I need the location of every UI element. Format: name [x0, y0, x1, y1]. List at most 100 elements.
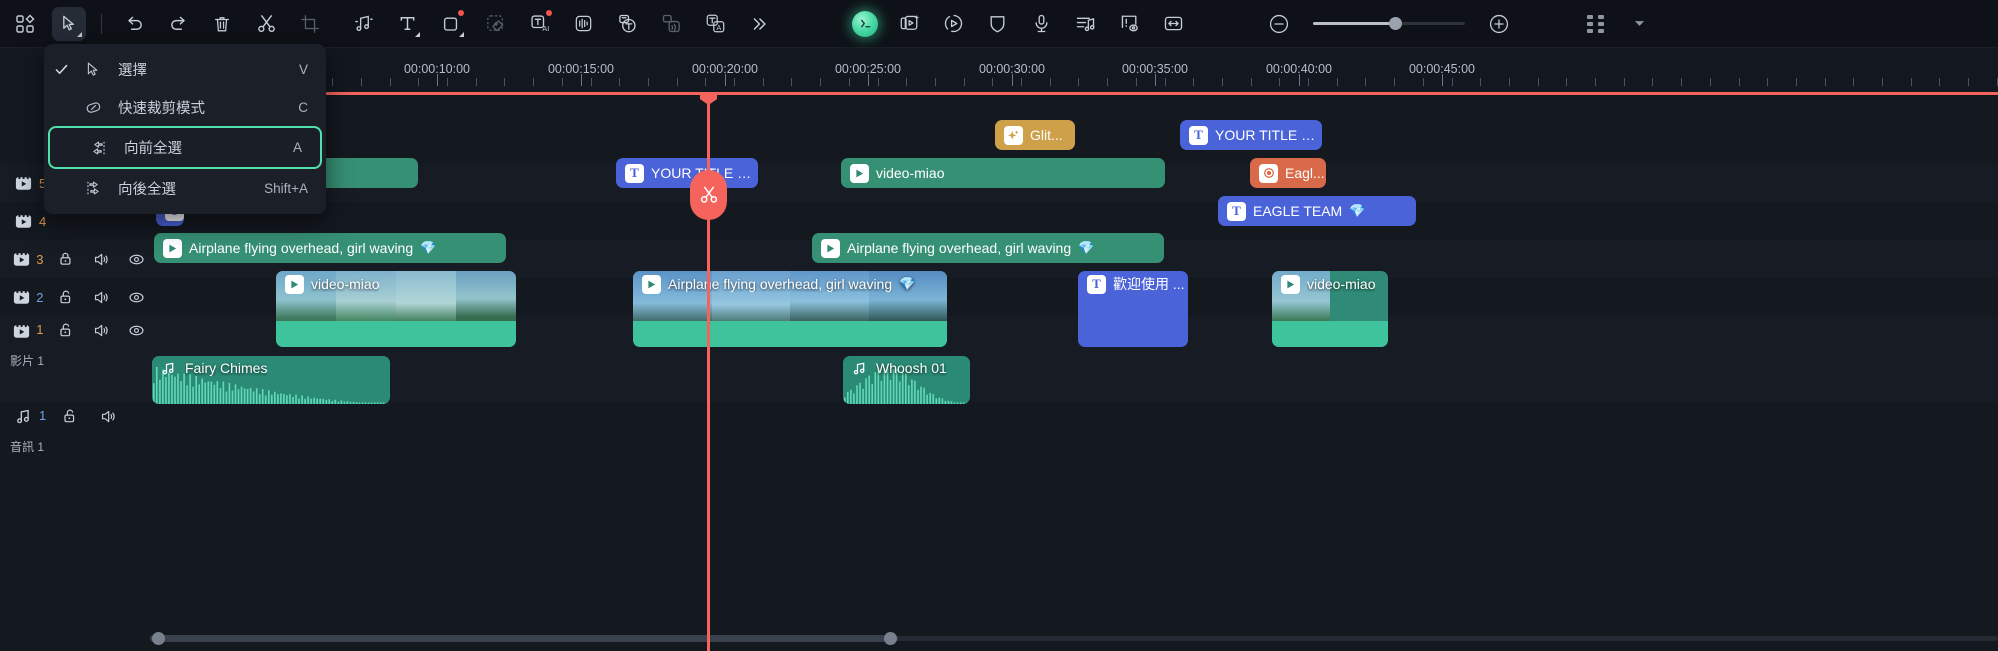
scrollbar-left-grip[interactable]: [152, 632, 165, 645]
more-icon[interactable]: [742, 7, 776, 41]
clip-airplane-t2-b[interactable]: Airplane flying overhead, girl waving 💎: [812, 233, 1164, 263]
lock-open-icon[interactable]: [52, 289, 79, 305]
speaker-icon[interactable]: [88, 322, 115, 339]
shape-dropdown-caret-icon[interactable]: [459, 31, 464, 37]
playhead-handle[interactable]: [700, 92, 717, 105]
sticker-icon[interactable]: [478, 7, 512, 41]
playlist-music-icon[interactable]: [1068, 7, 1102, 41]
track-number: 1: [36, 322, 44, 337]
lock-closed-icon[interactable]: [52, 251, 79, 267]
ruler-tick: [1824, 78, 1826, 86]
delete-icon[interactable]: [205, 7, 239, 41]
zoom-out-icon[interactable]: [1262, 7, 1296, 41]
ruler-tick: [1279, 78, 1281, 86]
clip-video-miao-t1-b[interactable]: video-miao: [1272, 271, 1388, 347]
clip-glitch-fx-t5[interactable]: Glit...: [995, 120, 1075, 150]
preview-icon[interactable]: [936, 7, 970, 41]
text-dropdown-caret-icon[interactable]: [415, 31, 420, 37]
grid-apps-icon[interactable]: [8, 7, 42, 41]
redo-icon[interactable]: [161, 7, 195, 41]
clip-eagle-team-t3[interactable]: T EAGLE TEAM 💎: [1218, 196, 1416, 226]
marker-icon[interactable]: [1112, 7, 1146, 41]
clip-title-t5[interactable]: T YOUR TITLE H...: [1180, 120, 1322, 150]
track-header-video-track-2[interactable]: 2: [0, 278, 150, 316]
speaker-icon[interactable]: [88, 289, 115, 306]
scrollbar-right-grip[interactable]: [884, 632, 897, 645]
select-tool-icon[interactable]: [52, 6, 86, 41]
text-icon[interactable]: [390, 7, 424, 41]
track-header-audio-track-1[interactable]: 1: [0, 402, 150, 462]
zoom-slider-handle[interactable]: [1389, 17, 1402, 30]
shape-icon[interactable]: [434, 7, 468, 41]
layout-grid-icon[interactable]: [1578, 7, 1612, 41]
speaker-icon[interactable]: [93, 408, 123, 425]
fx-badge-icon: [1004, 125, 1023, 145]
clip-video-miao-t4-b[interactable]: video-miao: [841, 158, 1165, 188]
lock-open-icon[interactable]: [52, 322, 79, 338]
clip-welcome-t1[interactable]: T 歡迎使用 ...: [1078, 271, 1188, 347]
shield-icon[interactable]: [980, 7, 1014, 41]
menu-item-3[interactable]: 向前全選 A: [48, 126, 322, 169]
text-badge-icon: T: [1087, 274, 1106, 294]
clip-airplane-t2-a[interactable]: Airplane flying overhead, girl waving 💎: [154, 233, 506, 263]
ruler-tick: [533, 78, 535, 86]
ruler-tick: [1451, 78, 1453, 86]
clip-label: 歡迎使用 ...: [1113, 276, 1185, 292]
select-forward-icon: [84, 139, 114, 157]
clip-whoosh-audio[interactable]: Whoosh 01: [843, 356, 970, 404]
menu-item-1[interactable]: 選擇 V: [44, 50, 326, 88]
ai-text-icon[interactable]: AI: [522, 7, 556, 41]
dropdown-caret-icon[interactable]: [77, 31, 82, 37]
crop-icon[interactable]: [293, 7, 327, 41]
audio-detach-icon[interactable]: [346, 7, 380, 41]
track-header-video-track-3[interactable]: 3: [0, 240, 150, 278]
undo-icon[interactable]: [117, 7, 151, 41]
clip-waveform: [633, 321, 947, 347]
ruler-tick: [1623, 78, 1625, 86]
play-badge-icon: [285, 274, 304, 294]
sticker-badge-icon: [1259, 163, 1278, 183]
ruler-tick: [1939, 78, 1941, 86]
ruler-tick: [1537, 78, 1539, 86]
video-track-icon: [8, 212, 38, 231]
microphone-icon[interactable]: [1024, 7, 1058, 41]
speech-to-text-icon[interactable]: [610, 7, 644, 41]
lock-open-icon[interactable]: [55, 408, 85, 424]
track-header-video-track-1[interactable]: 1: [0, 316, 150, 402]
ruler-label: 00:00:10:00: [403, 62, 471, 76]
scrollbar-thumb[interactable]: [150, 635, 898, 642]
ruler-tick: [332, 78, 334, 86]
clip-eagle-sticker-t4[interactable]: Eagl...: [1250, 158, 1326, 188]
clip-fairy-chimes-audio[interactable]: Fairy Chimes: [152, 356, 390, 404]
ruler-tick: [762, 78, 764, 86]
ai-assistant-orb-icon[interactable]: [848, 7, 882, 41]
speaker-icon[interactable]: [88, 251, 115, 268]
split-icon[interactable]: [249, 7, 283, 41]
clip-title-overlay: Airplane flying overhead, girl waving 💎: [633, 271, 915, 297]
zoom-slider[interactable]: [1313, 17, 1465, 30]
translate-icon[interactable]: A: [698, 7, 732, 41]
horizontal-scrollbar[interactable]: [150, 632, 1998, 645]
timeline-ruler[interactable]: 00:00:05:0000:00:10:0000:00:15:0000:00:2…: [142, 48, 1998, 96]
ruler-tick: [1336, 78, 1338, 86]
audio-track-icon: [8, 408, 38, 425]
clip-video-miao-t1-a[interactable]: video-miao: [276, 271, 516, 347]
clip-title-overlay: Whoosh 01: [843, 356, 947, 380]
clip-airplane-t1[interactable]: Airplane flying overhead, girl waving 💎: [633, 271, 947, 347]
layout-caret-down-icon[interactable]: [1622, 7, 1656, 41]
zoom-in-icon[interactable]: [1482, 7, 1516, 41]
eye-icon[interactable]: [123, 289, 150, 306]
audio-wave-icon[interactable]: [566, 7, 600, 41]
eye-icon[interactable]: [123, 322, 150, 339]
ai-video-icon[interactable]: [892, 7, 926, 41]
clip-title-t4[interactable]: TYOUR TITLE H...: [616, 158, 758, 188]
menu-item-4[interactable]: 向後全選 Shift+A: [44, 169, 326, 207]
fit-width-icon[interactable]: [1156, 7, 1190, 41]
menu-item-2[interactable]: 快速裁剪模式 C: [44, 88, 326, 126]
eye-icon[interactable]: [123, 251, 150, 268]
scissors-icon[interactable]: [690, 170, 727, 220]
gem-icon: 💎: [1078, 240, 1095, 255]
text-to-speech-icon[interactable]: [654, 7, 688, 41]
clip-waveform: [1272, 321, 1388, 347]
ruler-tick: [1193, 78, 1195, 86]
